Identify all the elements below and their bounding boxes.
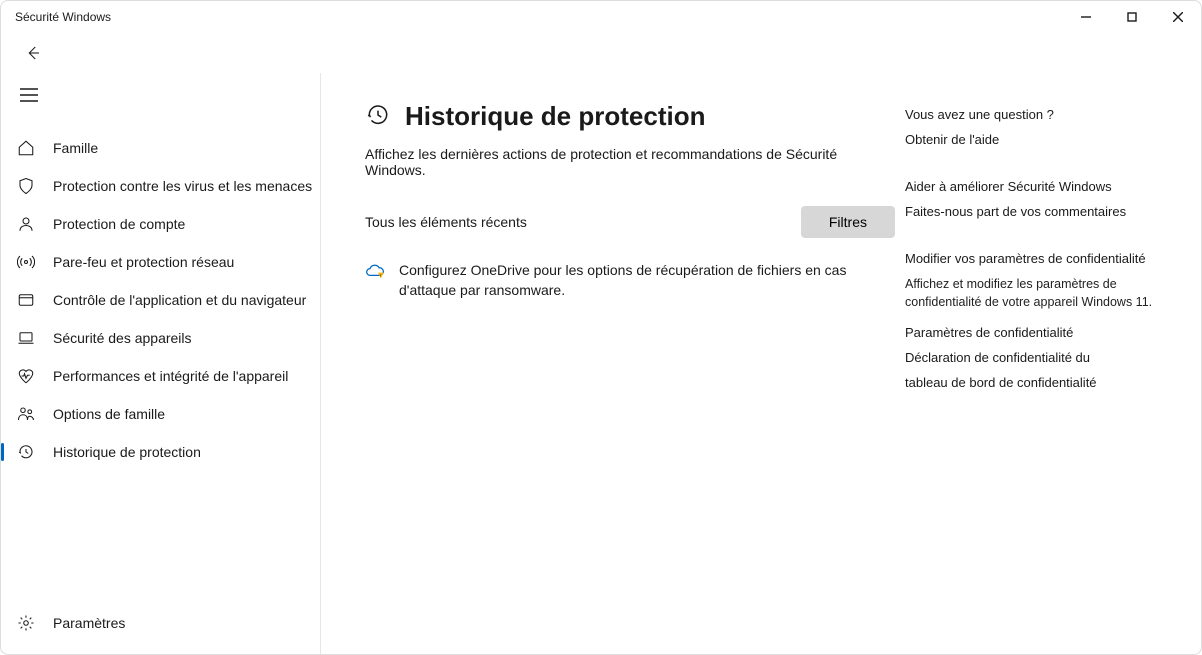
home-icon [15, 139, 37, 157]
gear-icon [15, 614, 37, 632]
close-button[interactable] [1155, 1, 1201, 33]
sidebar-item-appcontrol[interactable]: Contrôle de l'application et du navigate… [1, 281, 320, 319]
hamburger-button[interactable] [13, 79, 45, 111]
sidebar-item-label: Protection contre les virus et les menac… [53, 178, 312, 194]
privacy-statement-link[interactable]: Déclaration de confidentialité du [905, 350, 1165, 365]
filter-button[interactable]: Filtres [801, 206, 895, 238]
sidebar: Famille Protection contre les virus et l… [1, 73, 321, 654]
sidebar-item-label: Sécurité des appareils [53, 330, 192, 346]
sidebar-item-label: Contrôle de l'application et du navigate… [53, 292, 306, 308]
maximize-button[interactable] [1109, 1, 1155, 33]
sidebar-item-label: Paramètres [53, 615, 125, 631]
privacy-settings-link[interactable]: Paramètres de confidentialité [905, 325, 1165, 340]
sidebar-item-firewall[interactable]: Pare-feu et protection réseau [1, 243, 320, 281]
sidebar-item-device[interactable]: Sécurité des appareils [1, 319, 320, 357]
sidebar-item-account[interactable]: Protection de compte [1, 205, 320, 243]
sidebar-item-label: Options de famille [53, 406, 165, 422]
sidebar-item-label: Famille [53, 140, 98, 156]
page-subtitle: Affichez les dernières actions de protec… [365, 146, 895, 178]
family-icon [15, 405, 37, 423]
sidebar-item-label: Performances et intégrité de l'appareil [53, 368, 288, 384]
help-heading: Vous avez une question ? [905, 107, 1165, 122]
sidebar-item-label: Protection de compte [53, 216, 185, 232]
page-title: Historique de protection [405, 101, 705, 132]
history-icon [365, 102, 391, 131]
privacy-heading: Modifier vos paramètres de confidentiali… [905, 251, 1165, 266]
heart-icon [15, 367, 37, 385]
svg-text:!: ! [380, 273, 381, 278]
back-button[interactable] [17, 37, 49, 69]
privacy-dashboard-link[interactable]: tableau de bord de confidentialité [905, 375, 1165, 390]
privacy-subtext: Affichez et modifiez les paramètres de c… [905, 276, 1165, 311]
sidebar-item-history[interactable]: Historique de protection [1, 433, 320, 471]
minimize-button[interactable] [1063, 1, 1109, 33]
broadcast-icon [15, 253, 37, 271]
sidebar-item-label: Pare-feu et protection réseau [53, 254, 234, 270]
recent-items-label: Tous les éléments récents [365, 214, 527, 230]
get-help-link[interactable]: Obtenir de l'aide [905, 132, 1165, 147]
sidebar-item-settings[interactable]: Paramètres [1, 604, 320, 642]
app-icon [15, 291, 37, 309]
window-title: Sécurité Windows [15, 10, 1063, 24]
feedback-link[interactable]: Faites-nous part de vos commentaires [905, 204, 1165, 219]
sidebar-item-home[interactable]: Famille [1, 129, 320, 167]
help-sidebar: Vous avez une question ? Obtenir de l'ai… [895, 101, 1165, 654]
sidebar-item-label: Historique de protection [53, 444, 201, 460]
sidebar-item-virus[interactable]: Protection contre les virus et les menac… [1, 167, 320, 205]
laptop-icon [15, 329, 37, 347]
onedrive-notice[interactable]: ! Configurez OneDrive pour les options d… [365, 260, 895, 301]
shield-icon [15, 177, 37, 195]
sidebar-item-family[interactable]: Options de famille [1, 395, 320, 433]
sidebar-item-performance[interactable]: Performances et intégrité de l'appareil [1, 357, 320, 395]
history-icon [15, 443, 37, 461]
person-icon [15, 215, 37, 233]
improve-heading: Aider à améliorer Sécurité Windows [905, 179, 1165, 194]
notice-text: Configurez OneDrive pour les options de … [399, 260, 895, 301]
onedrive-warning-icon: ! [365, 262, 385, 285]
